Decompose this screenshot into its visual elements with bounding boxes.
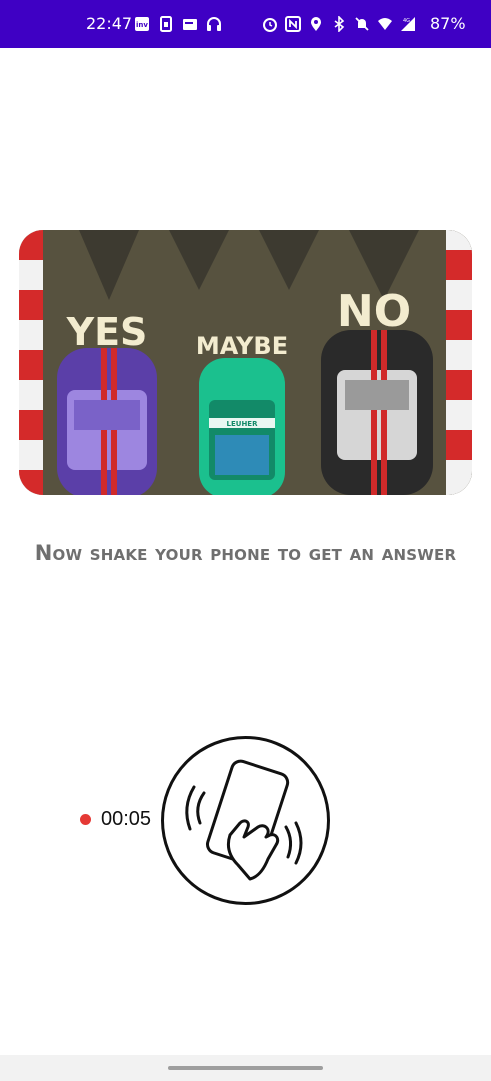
yes-label: YES xyxy=(66,310,148,354)
racing-cars-illustration: YES MAYBE NO LEUHER xyxy=(19,230,472,495)
shake-phone-icon xyxy=(160,735,331,906)
gesture-nav-bar xyxy=(0,1055,491,1081)
home-indicator[interactable] xyxy=(168,1066,323,1070)
status-right-icons: 4G xyxy=(262,16,416,32)
coffee-icon xyxy=(182,16,198,32)
status-bar: 22:47 inv 4G 87% xyxy=(0,0,491,48)
car-brand-label: LEUHER xyxy=(227,420,259,428)
black-car xyxy=(321,330,433,495)
recording-dot-icon xyxy=(80,814,91,825)
maybe-label: MAYBE xyxy=(196,332,288,360)
headphones-icon xyxy=(206,16,222,32)
svg-text:inv: inv xyxy=(136,21,148,29)
purple-car xyxy=(57,348,157,495)
wifi-icon xyxy=(377,16,393,32)
timer-text: 00:05 xyxy=(101,808,152,830)
sim-icon xyxy=(158,16,174,32)
instruction-text: Now shake your phone to get an answer xyxy=(34,541,457,565)
no-label: NO xyxy=(337,286,411,337)
nfc-icon xyxy=(285,16,301,32)
green-car: LEUHER xyxy=(199,358,285,495)
alarm-icon xyxy=(262,16,278,32)
battery-percentage: 87% xyxy=(430,14,466,33)
left-curb xyxy=(19,230,43,495)
yes-maybe-no-banner: YES MAYBE NO LEUHER xyxy=(19,230,472,495)
recording-timer: 00:05 xyxy=(80,808,151,831)
status-left-icons: inv xyxy=(134,16,222,32)
status-time: 22:47 xyxy=(86,14,133,33)
inv-icon: inv xyxy=(134,16,150,32)
svg-text:4G: 4G xyxy=(403,18,410,24)
mute-icon xyxy=(354,16,370,32)
bluetooth-icon xyxy=(331,16,347,32)
signal-icon: 4G xyxy=(400,16,416,32)
right-curb xyxy=(446,230,472,495)
location-icon xyxy=(308,16,324,32)
